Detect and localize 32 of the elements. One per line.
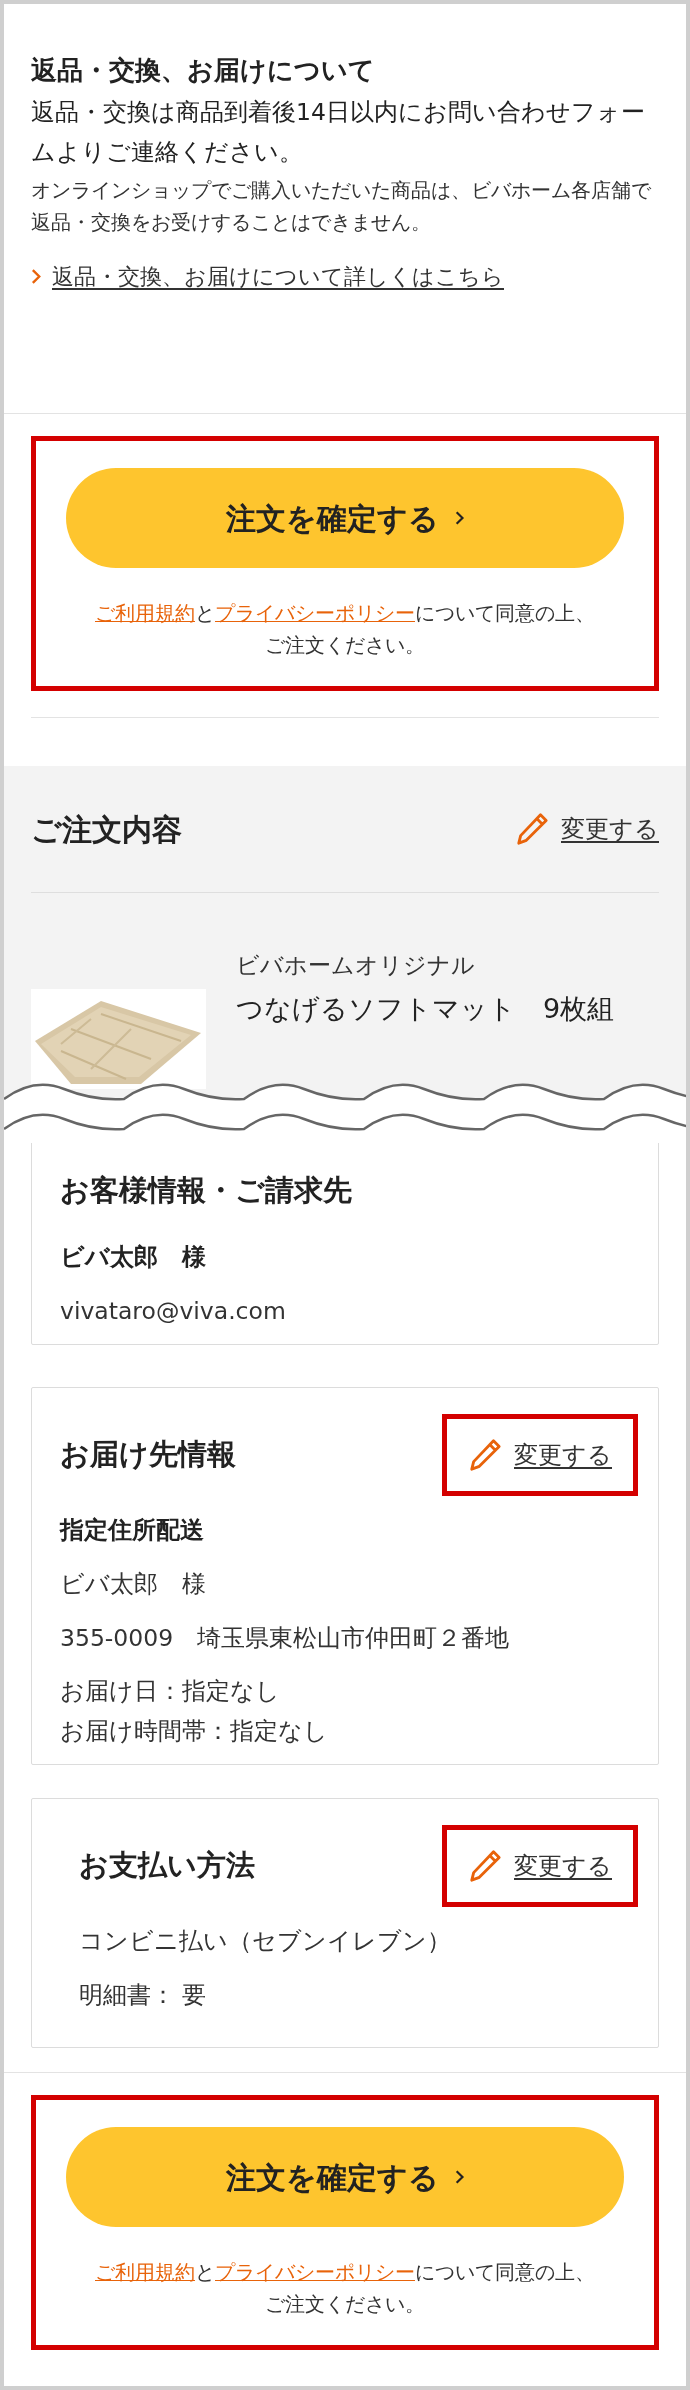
- product-name: つなげるソフトマット 9枚組: [236, 992, 615, 1026]
- chevron-right-icon: [454, 510, 465, 526]
- agreement-text: ご利用規約 と プライバシーポリシーについて同意の上、 ご注文ください。: [94, 2260, 596, 2318]
- chevron-right-icon: [31, 268, 42, 285]
- info-text: コンビニ払い（セブンイレブン）: [79, 1926, 452, 1957]
- card-title: お届け先情報: [60, 1435, 236, 1473]
- info-text: vivataro@viva.com: [60, 1296, 287, 1327]
- info-text: ビバ太郎 様: [60, 1242, 207, 1273]
- pencil-icon: [468, 1437, 502, 1472]
- pencil-icon: [468, 1848, 502, 1883]
- info-text: 指定住所配送: [60, 1515, 205, 1546]
- info-text: ビバ太郎 様: [60, 1569, 207, 1600]
- confirm-order-button[interactable]: 注文を確定する: [66, 2127, 624, 2227]
- section-title: 返品・交換、お届けについて: [31, 54, 376, 87]
- card-title: お支払い方法: [79, 1846, 255, 1884]
- edit-link[interactable]: 変更する: [515, 811, 659, 847]
- edit-link[interactable]: 変更する: [468, 1847, 612, 1884]
- pencil-icon: [515, 812, 549, 846]
- brand-name: ビバホームオリジナル: [236, 951, 476, 980]
- card-title: お客様情報・ご請求先: [60, 1172, 352, 1210]
- chevron-right-icon: [454, 2169, 465, 2185]
- info-text: 明細書： 要: [79, 1980, 208, 2011]
- details-link[interactable]: 返品・交換、お届けについて詳しくはこちら: [52, 260, 504, 293]
- agreement-text: ご利用規約 と プライバシーポリシーについて同意の上、 ご注文ください。: [94, 601, 596, 659]
- info-text: お届け時間帯：指定なし: [60, 1716, 329, 1747]
- info-text: お届け日：指定なし: [60, 1676, 281, 1707]
- section-title: ご注文内容: [31, 810, 182, 849]
- confirm-order-button[interactable]: 注文を確定する: [66, 468, 624, 568]
- edit-link[interactable]: 変更する: [468, 1436, 612, 1473]
- note-text: オンラインショップでご購入いただいた商品は、ビバホーム各店舗で返品・交換をお受けすることはできません。: [31, 177, 652, 236]
- info-text: 返品・交換は商品到着後14日以内にお問い合わせフォームよりご連絡ください。: [31, 97, 646, 168]
- info-text: 355-0009 埼玉県東松山市仲田町２番地: [60, 1623, 511, 1654]
